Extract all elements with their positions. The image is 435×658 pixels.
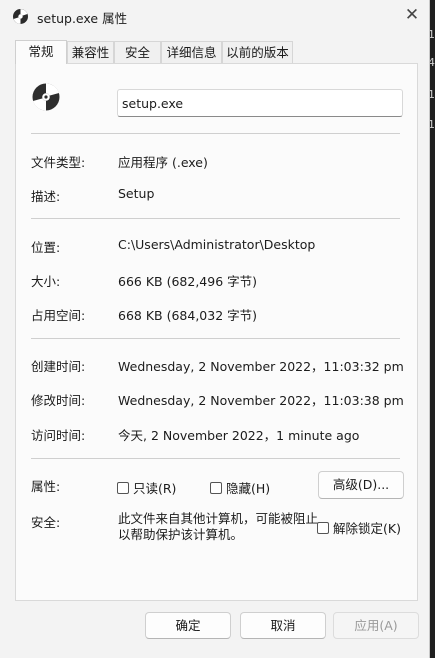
- file-type-value: 应用程序 (.exe): [118, 155, 208, 170]
- hidden-checkbox-box[interactable]: [210, 481, 222, 494]
- unblock-checkbox-box[interactable]: [317, 521, 329, 534]
- edge-digit: 1: [430, 88, 435, 101]
- accessed-value: 今天, 2 November 2022，1 minute ago: [118, 428, 360, 443]
- properties-window: setup.exe 属性 ✕ 常规 兼容性 安全 详细信息 以前的版本 文件类型…: [0, 0, 430, 658]
- created-label: 创建时间:: [31, 359, 86, 374]
- title-bar[interactable]: setup.exe 属性 ✕: [0, 0, 430, 32]
- readonly-checkbox-label: 只读(R): [133, 481, 177, 496]
- readonly-checkbox-box[interactable]: [117, 481, 129, 494]
- size-value: 666 KB (682,496 字节): [118, 274, 257, 289]
- modified-value: Wednesday, 2 November 2022，11:03:38 pm: [118, 393, 404, 408]
- tab-details[interactable]: 详细信息: [161, 41, 222, 63]
- advanced-button[interactable]: 高级(D)...: [318, 471, 404, 499]
- security-text-line: 此文件来自其他计算机，可能被阻止: [118, 511, 319, 526]
- security-warning-text: 此文件来自其他计算机，可能被阻止 以帮助保护该计算机。: [118, 511, 318, 543]
- created-value: Wednesday, 2 November 2022，11:03:32 pm: [118, 359, 404, 374]
- divider: [31, 338, 400, 339]
- unblock-checkbox[interactable]: 解除锁定(K): [317, 518, 401, 537]
- divider: [31, 218, 400, 219]
- accessed-label: 访问时间:: [31, 428, 86, 443]
- edge-digit: 1: [430, 118, 435, 131]
- divider: [31, 458, 400, 459]
- description-value: Setup: [118, 186, 155, 201]
- edge-digit: 1: [430, 28, 435, 41]
- edge-digit: 4: [430, 56, 435, 69]
- location-label: 位置:: [31, 240, 61, 255]
- window-title: setup.exe 属性: [37, 11, 128, 26]
- disc-app-icon: [13, 9, 28, 24]
- location-value: C:\Users\Administrator\Desktop: [118, 237, 316, 252]
- disc-setup-icon: [32, 83, 60, 111]
- modified-label: 修改时间:: [31, 393, 86, 408]
- apply-button[interactable]: 应用(A): [333, 612, 419, 639]
- hidden-checkbox-label: 隐藏(H): [226, 481, 271, 496]
- description-label: 描述:: [31, 189, 61, 204]
- size-on-disk-label: 占用空间:: [31, 308, 86, 323]
- file-type-label: 文件类型:: [31, 155, 86, 170]
- tab-compatibility[interactable]: 兼容性: [67, 41, 114, 63]
- cancel-button[interactable]: 取消: [240, 612, 326, 639]
- tab-general[interactable]: 常规: [15, 40, 67, 64]
- size-label: 大小:: [31, 274, 61, 289]
- security-label: 安全:: [31, 515, 61, 530]
- close-icon[interactable]: ✕: [401, 4, 423, 26]
- security-text-line: 以帮助保护该计算机。: [118, 527, 244, 542]
- background-window-edge: 1 4 1 1: [430, 0, 435, 658]
- readonly-checkbox[interactable]: 只读(R): [117, 478, 176, 497]
- size-on-disk-value: 668 KB (684,032 字节): [118, 308, 257, 323]
- tab-previous-versions[interactable]: 以前的版本: [222, 41, 293, 63]
- attributes-label: 属性:: [31, 479, 61, 494]
- unblock-checkbox-label: 解除锁定(K): [333, 521, 401, 536]
- file-name-field[interactable]: [117, 89, 403, 117]
- tab-security[interactable]: 安全: [114, 41, 161, 63]
- ok-button[interactable]: 确定: [145, 612, 231, 639]
- divider: [31, 133, 400, 134]
- hidden-checkbox[interactable]: 隐藏(H): [210, 478, 270, 497]
